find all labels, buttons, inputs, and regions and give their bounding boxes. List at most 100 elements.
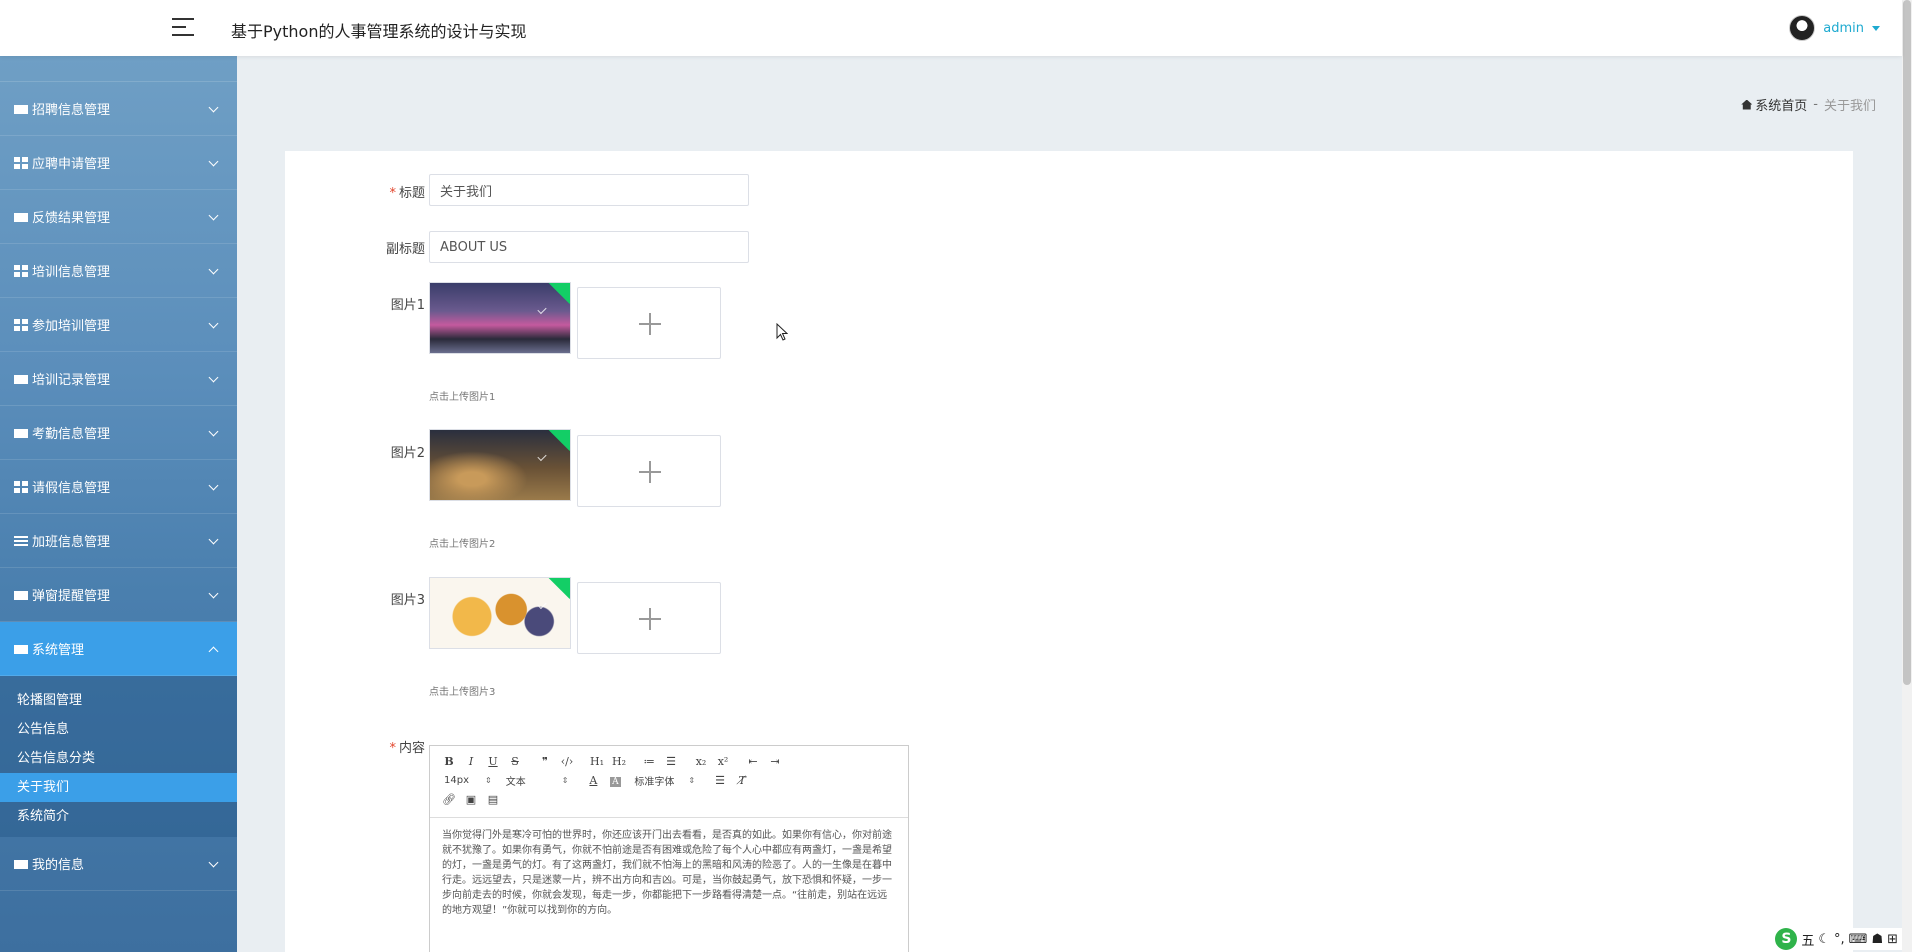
video-icon[interactable]: ▤ (482, 793, 504, 806)
editor-content[interactable]: 当你觉得门外是寒冷可怕的世界时，你还应该开门出去看看，是否真的如此。如果你有信心… (430, 818, 908, 928)
sidebar-item-join-training[interactable]: 参加培训管理 (0, 298, 237, 352)
image2-upload-button[interactable] (577, 435, 721, 507)
code-block-button[interactable]: ‹/› (556, 755, 578, 768)
grid-icon (14, 264, 28, 277)
sidebar-item-training-record[interactable]: 培训记录管理 (0, 352, 237, 406)
chevron-down-icon (208, 264, 219, 275)
moon-icon[interactable]: ☾ (1818, 932, 1830, 947)
avatar (1789, 15, 1816, 41)
font-color-icon[interactable]: A (582, 774, 604, 787)
image-icon[interactable]: ▣ (460, 793, 482, 806)
sidebar-item-feedback[interactable]: 反馈结果管理 (0, 190, 237, 244)
check-icon (537, 599, 547, 610)
sidebar-partial-item[interactable] (0, 56, 237, 82)
content-label: * 内容 (285, 737, 425, 756)
chevron-up-icon (208, 646, 219, 657)
subtitle-input[interactable] (429, 231, 749, 263)
briefcase-icon (14, 210, 28, 223)
chevron-down-icon (208, 480, 219, 491)
image1-thumbnail[interactable] (429, 282, 571, 354)
subtitle-label: 副标题 (385, 242, 425, 257)
sogou-logo-icon[interactable]: S (1775, 928, 1798, 950)
menu-toggle-icon[interactable] (172, 18, 194, 38)
submenu-item-notice-category[interactable]: 公告信息分类 (0, 744, 237, 773)
sidebar-item-overtime[interactable]: 加班信息管理 (0, 514, 237, 568)
submenu-item-notice[interactable]: 公告信息 (0, 715, 237, 744)
scrollbar-thumb[interactable] (1903, 0, 1911, 685)
uploaded-badge (544, 430, 570, 451)
breadcrumb-home[interactable]: 系统首页 (1741, 95, 1807, 114)
updown-icon: ⇕ (561, 776, 569, 785)
submenu-item-about-us[interactable]: 关于我们 (0, 773, 237, 802)
outdent-button[interactable]: ⇤ (742, 755, 764, 768)
grid-icon (14, 156, 28, 169)
font-family-select[interactable]: 标准字体 ⇕ (634, 773, 695, 788)
top-header: 基于Python的人事管理系统的设计与实现 admin (0, 0, 1902, 56)
user-icon[interactable]: ☗ (1871, 932, 1883, 947)
sidebar: 招聘信息管理 应聘申请管理 反馈结果管理 培训信息管理 参加培训管理 培训记录管… (0, 56, 237, 952)
underline-button[interactable]: U (482, 755, 504, 768)
chevron-down-icon (208, 588, 219, 599)
ordered-list-button[interactable]: ≔ (638, 755, 660, 768)
sidebar-item-label: 加班信息管理 (32, 535, 111, 550)
page-scrollbar[interactable] (1902, 0, 1912, 952)
toolbar-row-format: B I U S ❞ ‹/› H₁ H₂ ≔ ☰ x₂ x² ⇤ ⇥ (438, 752, 900, 771)
sidebar-item-label: 应聘申请管理 (32, 157, 111, 172)
editor-toolbar: B I U S ❞ ‹/› H₁ H₂ ≔ ☰ x₂ x² ⇤ ⇥ 14px ⇕… (430, 746, 908, 818)
bullet-list-button[interactable]: ☰ (660, 755, 682, 768)
bold-button[interactable]: B (438, 755, 460, 768)
updown-icon: ⇕ (485, 776, 492, 785)
blockquote-button[interactable]: ❞ (534, 755, 556, 768)
grid-menu-icon[interactable]: ⊞ (1887, 932, 1898, 947)
user-name: admin (1823, 20, 1864, 36)
link-icon[interactable]: 🔗︎ (438, 793, 460, 806)
plus-icon-stroke (649, 461, 651, 483)
breadcrumb: 系统首页 - 关于我们 (1741, 95, 1876, 114)
grid-icon (14, 480, 28, 493)
strike-button[interactable]: S (504, 755, 526, 768)
home-icon (1741, 99, 1753, 110)
image3-thumbnail[interactable] (429, 577, 571, 649)
sidebar-item-application[interactable]: 应聘申请管理 (0, 136, 237, 190)
user-menu[interactable]: admin (1789, 15, 1880, 41)
font-size-select[interactable]: 14px ⇕ (444, 775, 492, 786)
sidebar-item-leave[interactable]: 请假信息管理 (0, 460, 237, 514)
clear-format-icon[interactable]: T̸ (731, 774, 753, 787)
align-icon[interactable]: ☰ (709, 774, 731, 787)
breadcrumb-current: 关于我们 (1823, 99, 1876, 114)
submenu-item-carousel[interactable]: 轮播图管理 (0, 686, 237, 715)
title-input[interactable] (429, 174, 749, 206)
sidebar-item-recruitment[interactable]: 招聘信息管理 (0, 82, 237, 136)
image1-label: 图片1 (390, 298, 425, 313)
sidebar-item-my-info[interactable]: 我的信息 (0, 837, 237, 891)
flag-icon (14, 102, 28, 115)
keyboard-icon[interactable]: ⌨ (1849, 932, 1868, 947)
plus-icon-stroke (649, 313, 651, 335)
uploaded-badge (544, 283, 570, 304)
sidebar-item-label: 弹窗提醒管理 (32, 589, 111, 604)
italic-button[interactable]: I (460, 755, 482, 768)
image1-hint: 点击上传图片1 (429, 392, 496, 403)
sidebar-item-attendance[interactable]: 考勤信息管理 (0, 406, 237, 460)
sidebar-item-system[interactable]: 系统管理 (0, 622, 237, 676)
background-color-icon[interactable]: A (604, 774, 626, 787)
check-icon (537, 304, 547, 315)
uploaded-badge (544, 578, 570, 599)
image1-upload-button[interactable] (577, 287, 721, 359)
punctuation-icon[interactable]: °, (1834, 932, 1845, 947)
ime-mode[interactable]: 五 (1801, 930, 1814, 949)
heading1-button[interactable]: H₁ (586, 755, 608, 768)
submenu-item-system-intro[interactable]: 系统简介 (0, 802, 237, 831)
chevron-down-icon (208, 318, 219, 329)
image3-label: 图片3 (390, 593, 425, 608)
indent-button[interactable]: ⇥ (764, 755, 786, 768)
sidebar-item-popup[interactable]: 弹窗提醒管理 (0, 568, 237, 622)
image3-upload-button[interactable] (577, 582, 721, 654)
toolbar-row-insert: 🔗︎ ▣ ▤ (438, 790, 900, 809)
text-style-select[interactable]: 文本 ⇕ (506, 773, 569, 788)
heading2-button[interactable]: H₂ (608, 755, 630, 768)
superscript-button[interactable]: x² (712, 755, 734, 768)
sidebar-item-training-info[interactable]: 培训信息管理 (0, 244, 237, 298)
image2-thumbnail[interactable] (429, 429, 571, 501)
subscript-button[interactable]: x₂ (690, 755, 712, 768)
